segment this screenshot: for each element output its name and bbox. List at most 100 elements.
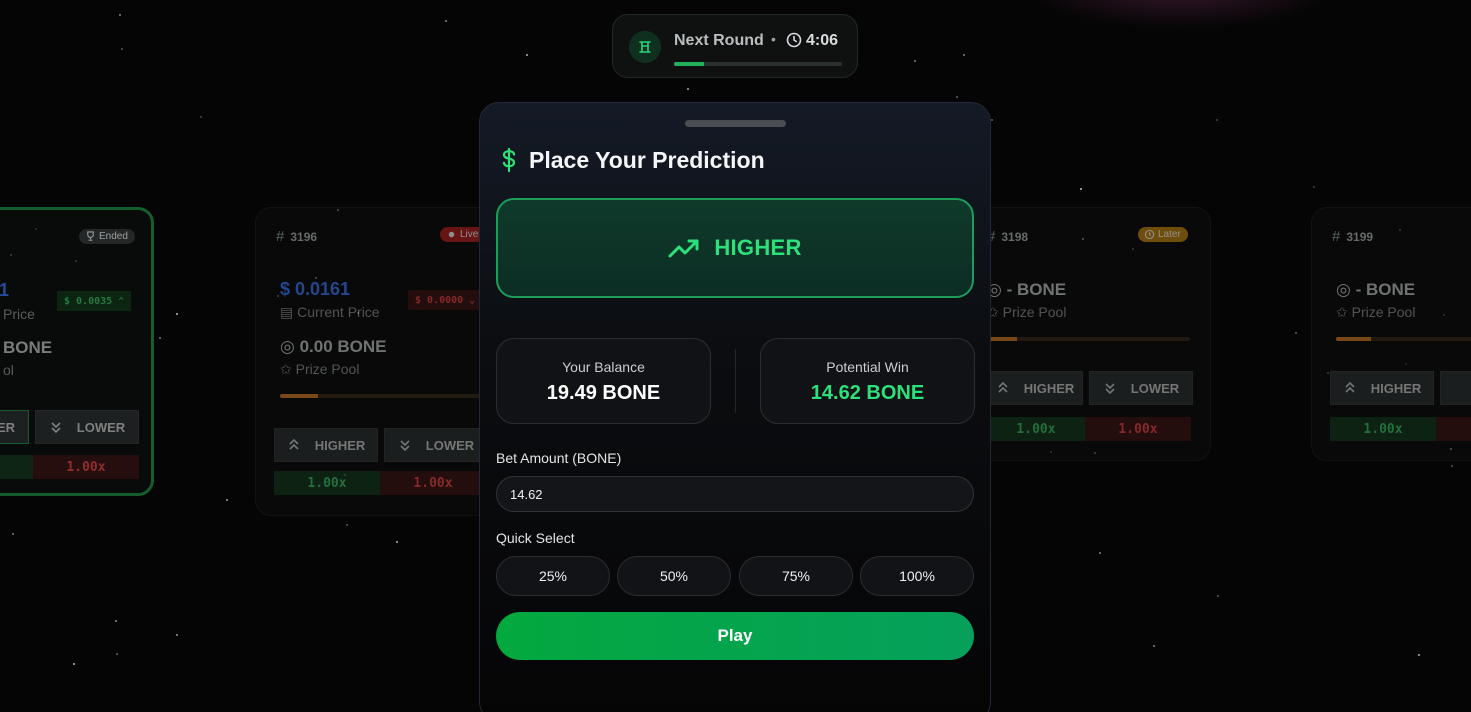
card-pool: ◎ - BONE — [1336, 280, 1416, 299]
card-pool-label: ✩ Prize Pool — [1336, 304, 1416, 320]
next-round-timer: Next Round • 4:06 — [612, 14, 858, 78]
next-round-label: Next Round — [674, 32, 764, 49]
lower-multiplier: 1.00x — [1085, 417, 1191, 441]
star — [115, 620, 117, 622]
card-pool-label: ✩ Prize Pool — [987, 304, 1067, 320]
star — [119, 14, 121, 16]
quick-select-50[interactable]: 50% — [617, 556, 731, 596]
potential-win-value: 14.62 BONE — [810, 382, 925, 404]
pool-progress-bar — [280, 394, 490, 398]
star — [396, 541, 398, 543]
star — [1080, 188, 1082, 190]
nebula-glow — [1020, 0, 1340, 30]
higher-multiplier: 1.00x — [1330, 417, 1436, 441]
chevrons-up-icon — [998, 381, 1008, 393]
chevrons-up-icon — [289, 438, 299, 450]
status-badge: Ended — [79, 229, 135, 244]
round-progress-bar — [674, 62, 842, 66]
round-card-ended[interactable]: Ended 1 Price $ 0.0035 ⌃ BONE ol ER LOWE… — [0, 207, 154, 496]
quick-select-100[interactable]: 100% — [860, 556, 974, 596]
star — [445, 20, 447, 22]
bet-amount-input[interactable] — [496, 476, 974, 512]
star — [226, 499, 228, 501]
chevrons-down-icon — [51, 422, 61, 434]
chevrons-down-icon — [400, 440, 410, 452]
round-card-3196[interactable]: #3196 Live $ 0.0161 ▤ Current Price $ 0.… — [255, 207, 515, 516]
pool-progress-fill — [987, 337, 1018, 341]
bet-amount-label: Bet Amount (BONE) — [496, 450, 622, 466]
balance-label: Your Balance — [562, 359, 645, 375]
star — [73, 663, 75, 665]
round-progress-fill — [674, 62, 705, 66]
round-card-3199[interactable]: #3199 ◎ - BONE ✩ Prize Pool HIGHER 1.00x — [1311, 207, 1471, 461]
separator-dot: • — [771, 31, 776, 47]
star — [200, 116, 202, 118]
pool-progress-fill — [280, 394, 318, 398]
pool-progress-fill — [1336, 337, 1372, 341]
star — [159, 337, 161, 339]
lower-multiplier — [1436, 417, 1471, 441]
hash-icon: # — [1332, 228, 1341, 245]
clock-icon — [786, 32, 802, 48]
card-pool-label: ✩ Prize Pool — [280, 361, 360, 377]
drag-handle[interactable] — [685, 120, 786, 127]
higher-multiplier — [0, 455, 33, 479]
balance-card: Your Balance 19.49 BONE — [496, 338, 711, 424]
lower-button[interactable]: LOWER — [384, 428, 488, 462]
star — [963, 54, 965, 56]
trending-up-icon — [668, 239, 699, 258]
quick-select-75[interactable]: 75% — [739, 556, 853, 596]
star — [176, 313, 178, 315]
higher-button[interactable]: ER — [0, 410, 29, 444]
balance-value: 19.49 BONE — [546, 382, 661, 404]
star — [121, 48, 123, 50]
hash-icon: # — [276, 228, 285, 245]
quick-select-label: Quick Select — [496, 530, 575, 546]
lower-multiplier: 1.00x — [380, 471, 486, 495]
modal-title: Place Your Prediction — [529, 147, 765, 173]
star — [1153, 645, 1155, 647]
card-price: 1 — [0, 280, 10, 300]
live-icon — [448, 231, 455, 238]
star — [176, 634, 178, 636]
higher-button[interactable]: HIGHER — [1330, 371, 1434, 405]
countdown-time: 4:06 — [806, 32, 839, 49]
star — [1295, 332, 1297, 334]
card-pool: BONE — [3, 338, 53, 357]
lower-button[interactable]: LOWER — [35, 410, 139, 444]
lower-multiplier: 1.00x — [33, 455, 139, 479]
card-pool: ◎ - BONE — [987, 280, 1067, 299]
star — [687, 88, 689, 90]
star — [1216, 119, 1218, 121]
clock-icon — [1144, 229, 1155, 240]
chevrons-down-icon — [1105, 383, 1115, 395]
card-id: #3198 — [987, 228, 1029, 245]
lower-button[interactable]: LOWER — [1089, 371, 1193, 405]
potential-win-label: Potential Win — [826, 359, 909, 375]
price-delta: $ 0.0035 ⌃ — [57, 291, 132, 311]
star — [1099, 552, 1101, 554]
card-price: $ 0.0161 — [280, 279, 351, 299]
star — [1451, 465, 1453, 467]
round-card-3198[interactable]: #3198 Later ◎ - BONE ✩ Prize Pool HIGHER… — [960, 207, 1211, 461]
higher-button[interactable]: HIGHER — [274, 428, 378, 462]
star — [956, 96, 958, 98]
dollar-icon — [502, 147, 516, 173]
star — [991, 119, 993, 121]
direction-higher-button[interactable]: HIGHER — [496, 198, 974, 298]
higher-button[interactable]: HIGHER — [987, 371, 1083, 405]
lower-button[interactable] — [1440, 371, 1471, 405]
direction-label: HIGHER — [714, 235, 802, 260]
star — [526, 54, 528, 56]
star — [1313, 186, 1315, 188]
play-button[interactable]: Play — [496, 612, 974, 660]
price-delta: $ 0.0000 ⌄ — [408, 290, 483, 310]
card-price-label: Price — [3, 306, 35, 322]
card-id: #3196 — [276, 228, 318, 245]
higher-multiplier: 1.00x — [987, 417, 1085, 441]
quick-select-25[interactable]: 25% — [496, 556, 610, 596]
card-id: #3199 — [1332, 228, 1374, 245]
star — [914, 60, 916, 62]
stat-divider — [735, 349, 736, 413]
prediction-modal: Place Your Prediction HIGHER Your Balanc… — [479, 102, 991, 712]
